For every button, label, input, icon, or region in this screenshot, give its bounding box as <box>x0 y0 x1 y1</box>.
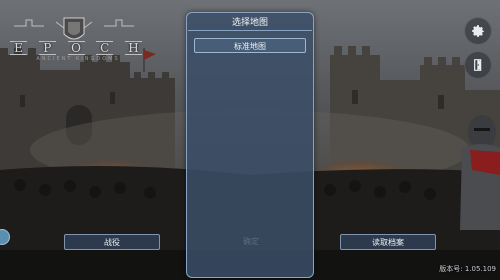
load-save-button[interactable]: 读取档案 <box>340 234 436 250</box>
logo-letter: H <box>125 41 142 55</box>
game-logo: E P O C H ANCIENT KINGDOMS <box>6 14 142 62</box>
map-select-dialog: 选择地图 标准地图 确定 <box>186 12 314 278</box>
logo-letter: P <box>38 41 56 55</box>
logo-letter: C <box>96 41 114 55</box>
dialog-title: 选择地图 <box>231 18 268 28</box>
dialog-divider <box>188 30 312 31</box>
exit-door-icon <box>474 59 482 71</box>
exit-button[interactable] <box>464 51 492 79</box>
logo-letter: E <box>10 41 27 55</box>
logo-letter: O <box>67 41 85 55</box>
version-label: 版本号: 1.05.109 <box>439 265 496 273</box>
logo-letters: E P O C H <box>10 41 142 55</box>
campaign-button[interactable]: 战役 <box>64 234 160 250</box>
logo-subtitle: ANCIENT KINGDOMS <box>36 56 120 62</box>
dialog-confirm-button[interactable]: 确定 <box>221 235 281 249</box>
settings-button[interactable] <box>464 17 492 45</box>
gear-icon <box>472 25 484 37</box>
map-option-standard[interactable]: 标准地图 <box>194 38 306 53</box>
